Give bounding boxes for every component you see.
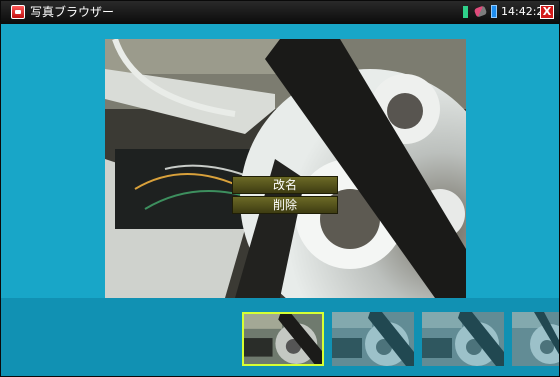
thumbnail-item[interactable] xyxy=(242,312,324,366)
rename-button[interactable]: 改名 xyxy=(232,176,338,194)
close-icon[interactable]: X xyxy=(540,5,554,19)
battery-icon xyxy=(491,5,497,18)
thumbnail-image xyxy=(422,312,504,366)
status-bar: 写真ブラウザー 14:42:23 X xyxy=(0,0,560,24)
usb-icon xyxy=(473,5,488,18)
photo-preview[interactable] xyxy=(105,39,466,298)
app-icon xyxy=(11,5,25,19)
thumbnail-item[interactable] xyxy=(332,312,414,366)
thumbnail-item[interactable] xyxy=(422,312,504,366)
thumbnail-item[interactable] xyxy=(512,312,560,366)
app-title: 写真ブラウザー xyxy=(30,5,115,19)
photo-browser-screen: 写真ブラウザー 14:42:23 X 改名 削除 xyxy=(0,0,560,377)
photo-image xyxy=(105,39,466,298)
delete-button[interactable]: 削除 xyxy=(232,196,338,214)
thumbnail-image xyxy=(244,314,322,364)
signal-icon xyxy=(463,6,468,18)
thumbnail-image xyxy=(332,312,414,366)
thumbnail-image xyxy=(512,312,560,366)
thumbnail-strip[interactable] xyxy=(0,298,560,377)
